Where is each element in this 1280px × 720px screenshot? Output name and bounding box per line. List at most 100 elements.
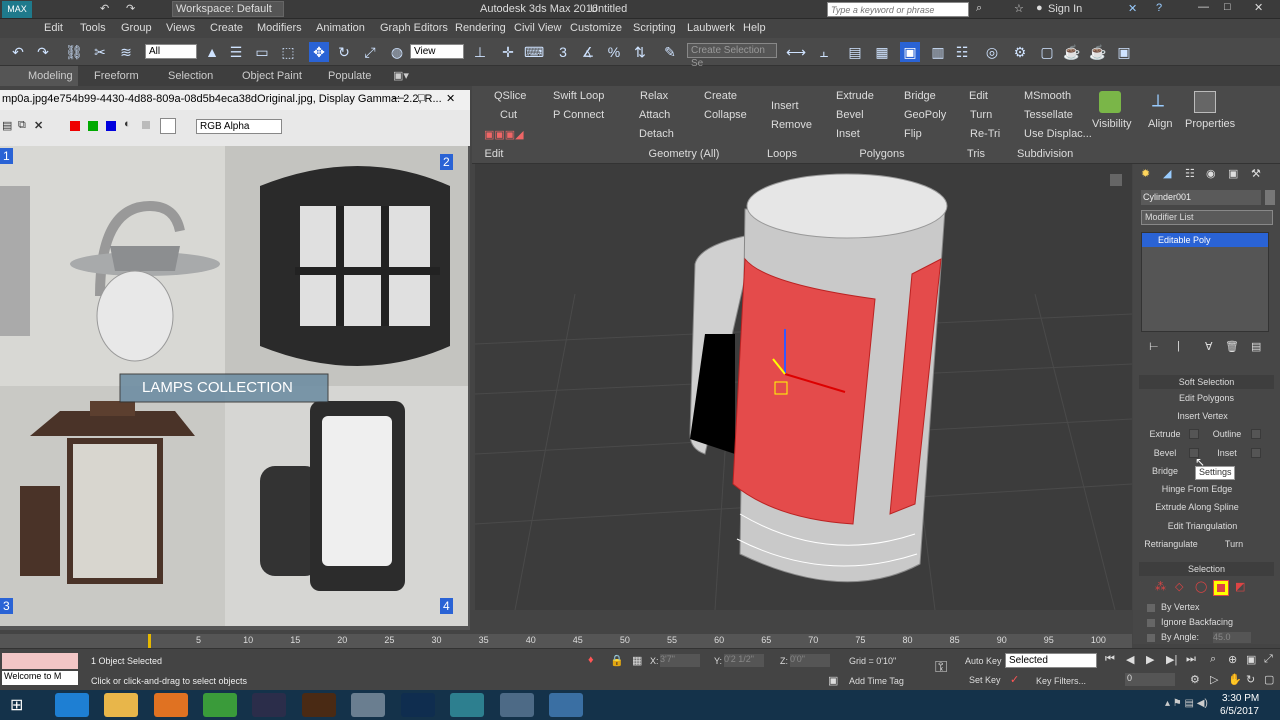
hierarchy-tab-icon[interactable]: ☷ <box>1185 167 1195 180</box>
bridge-ribbon-button[interactable]: Bridge <box>904 90 936 102</box>
p-connect-button[interactable]: P Connect <box>553 109 604 121</box>
geometry-section-label[interactable]: Geometry (All) <box>644 148 724 160</box>
by-angle-checkbox[interactable] <box>1147 634 1155 642</box>
properties-button[interactable]: Properties <box>1185 118 1235 130</box>
render-production-icon[interactable]: ☕ <box>1062 42 1082 62</box>
redo-icon[interactable]: ↷ <box>126 2 135 15</box>
edit-named-selection-icon[interactable]: ✎ <box>660 42 680 62</box>
menu-laubwerk[interactable]: Laubwerk <box>687 22 735 34</box>
clone-icon[interactable]: ⧉ <box>18 119 26 132</box>
render-setup-icon[interactable]: ⚙ <box>1010 42 1030 62</box>
layer-explorer-icon[interactable]: ▤ <box>845 42 865 62</box>
border-level-icon[interactable]: ◯ <box>1195 580 1207 593</box>
snaps-toggle-icon[interactable]: 3 <box>553 42 573 62</box>
minimize-button[interactable]: — <box>1198 1 1209 13</box>
file-explorer-icon[interactable] <box>104 693 138 717</box>
scale-icon[interactable]: ⤢ <box>360 42 380 62</box>
calculator-icon[interactable] <box>351 693 385 717</box>
remove-modifier-icon[interactable]: 🗑 <box>1225 340 1239 353</box>
menu-modifiers[interactable]: Modifiers <box>257 22 302 34</box>
window-close-button[interactable]: ✕ <box>446 92 455 105</box>
clock-date[interactable]: 6/5/2017 <box>1220 706 1259 717</box>
window-crossing-icon[interactable]: ⬚ <box>278 42 298 62</box>
tessellate-button[interactable]: Tessellate <box>1024 109 1073 121</box>
link-icon[interactable]: ⛓ <box>64 42 84 62</box>
star-icon[interactable]: ☆ <box>1014 2 1024 15</box>
by-angle-spinner[interactable]: 45.0 <box>1213 632 1251 643</box>
redo-icon[interactable]: ↷ <box>33 42 53 62</box>
create-tab-icon[interactable]: ✹ <box>1141 167 1150 180</box>
tab-selection[interactable]: Selection <box>168 70 213 82</box>
align-icon[interactable]: ⫠ <box>814 42 834 62</box>
x-coordinate-field[interactable]: 3'7" <box>660 654 700 667</box>
stack-item-editable-poly[interactable]: Editable Poly <box>1142 233 1268 247</box>
image-viewer-window[interactable]: mp0a.jpg4e754b99-4430-4d88-809a-08d5b4ec… <box>0 90 470 630</box>
illustrator-icon[interactable] <box>302 693 336 717</box>
tab-populate[interactable]: Populate <box>328 70 371 82</box>
chrome-icon[interactable] <box>203 693 237 717</box>
menu-civil-view[interactable]: Civil View <box>514 22 561 34</box>
ignore-backfacing-checkbox[interactable] <box>1147 619 1155 627</box>
tris-turn-button[interactable]: Turn <box>970 109 992 121</box>
menu-edit[interactable]: Edit <box>44 22 63 34</box>
blue-channel-toggle[interactable] <box>106 121 116 131</box>
menu-create[interactable]: Create <box>210 22 243 34</box>
extrude-along-spline-button[interactable]: Extrude Along Spline <box>1143 500 1251 516</box>
loops-section-label[interactable]: Loops <box>762 148 802 160</box>
object-name-field[interactable]: Cylinder001 <box>1141 190 1261 205</box>
by-vertex-checkbox[interactable] <box>1147 604 1155 612</box>
polygons-section-label[interactable]: Polygons <box>852 148 912 160</box>
close-x-icon[interactable]: ✕ <box>1128 2 1137 15</box>
turn-button[interactable]: Turn <box>1209 537 1259 553</box>
pan-icon[interactable]: ✋ <box>1228 673 1242 686</box>
percent-snap-icon[interactable]: % <box>604 42 624 62</box>
modifier-list-dropdown[interactable]: Modifier List <box>1141 210 1273 225</box>
undo-icon[interactable]: ↶ <box>8 42 28 62</box>
orbit-icon[interactable]: ↻ <box>1246 673 1255 686</box>
y-coordinate-field[interactable]: 0'2 1/2" <box>724 654 764 667</box>
monochrome-toggle[interactable] <box>142 121 150 129</box>
polygon-level-icon[interactable] <box>1213 580 1229 596</box>
relax-button[interactable]: Relax <box>640 90 668 102</box>
align-icon[interactable]: ⟂ <box>1152 90 1164 111</box>
display-tab-icon[interactable]: ▣ <box>1228 167 1238 180</box>
remove-loop-button[interactable]: Remove <box>771 119 812 131</box>
ribbon-toggle-active-icon[interactable]: ▣ <box>900 42 920 62</box>
placement-icon[interactable]: ◍ <box>387 42 407 62</box>
zoom-extents-icon[interactable]: ▣ <box>1246 653 1256 666</box>
bind-spacewarp-icon[interactable]: ≋ <box>116 42 136 62</box>
bevel-button[interactable]: Bevel <box>1143 446 1187 462</box>
maxscript-welcome[interactable]: Welcome to M <box>2 671 78 685</box>
key-mode-dropdown[interactable]: Selected <box>1005 653 1097 668</box>
element-level-icon[interactable]: ◩ <box>1235 580 1245 593</box>
pivot-icon[interactable]: ⊥ <box>470 42 490 62</box>
menu-scripting[interactable]: Scripting <box>633 22 676 34</box>
flip-button[interactable]: Flip <box>904 128 922 140</box>
extrude-button[interactable]: Extrude <box>1143 427 1187 443</box>
pin-icon[interactable]: ♦ <box>588 654 594 666</box>
inset-ribbon-button[interactable]: Inset <box>836 128 860 140</box>
menu-views[interactable]: Views <box>166 22 195 34</box>
toggle-ribbon-icon[interactable]: ▦ <box>872 42 892 62</box>
create-button[interactable]: Create <box>704 90 737 102</box>
extrude-settings-icon[interactable] <box>1189 429 1199 439</box>
current-frame-field[interactable]: 0 <box>1125 673 1175 686</box>
properties-icon[interactable] <box>1194 91 1216 113</box>
play-icon[interactable]: ▶ <box>1146 653 1154 666</box>
search-icon[interactable]: ⌕ <box>976 2 982 15</box>
lock-selection-icon[interactable]: 🔒 <box>610 654 624 667</box>
menu-graph-editors[interactable]: Graph Editors <box>380 22 448 34</box>
visibility-button[interactable]: Visibility <box>1092 118 1132 130</box>
edit-polygons-rollout[interactable]: Edit Polygons <box>1139 391 1274 405</box>
render-iterative-icon[interactable]: ☕ <box>1088 42 1108 62</box>
red-channel-toggle[interactable] <box>70 121 80 131</box>
qslice-button[interactable]: QSlice <box>494 90 526 102</box>
ribbon-options-icon[interactable]: ▣▾ <box>393 69 409 82</box>
field-of-view-icon[interactable]: ▷ <box>1210 673 1218 686</box>
material-editor-icon[interactable]: ◎ <box>982 42 1002 62</box>
photoshop-icon[interactable] <box>401 693 435 717</box>
tab-modeling[interactable]: Modeling <box>0 66 78 86</box>
edit-triangulation-button[interactable]: Edit Triangulation <box>1146 519 1259 535</box>
curve-editor-icon[interactable]: ▥ <box>928 42 948 62</box>
viewcube-icon[interactable] <box>1110 174 1122 186</box>
